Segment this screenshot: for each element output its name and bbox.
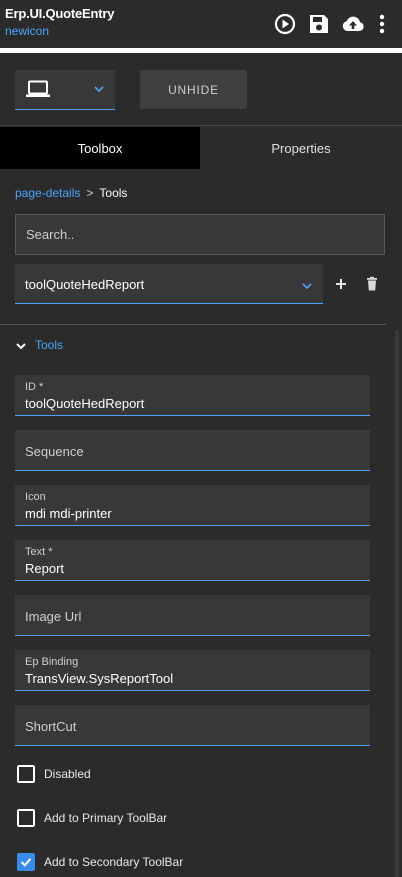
disabled-checkbox[interactable] bbox=[17, 765, 35, 783]
field-value: toolQuoteHedReport bbox=[25, 396, 145, 411]
field-value: TransView.SysReportTool bbox=[25, 671, 174, 686]
cloud-upload-icon[interactable] bbox=[341, 12, 365, 36]
checkbox-label: Disabled bbox=[44, 767, 91, 781]
search-input[interactable] bbox=[15, 214, 385, 255]
field-value: mdi mdi-printer bbox=[25, 506, 112, 521]
id-field[interactable]: ID * toolQuoteHedReport bbox=[15, 375, 370, 416]
divider bbox=[0, 324, 386, 325]
breadcrumb-link-page-details[interactable]: page-details bbox=[15, 186, 80, 200]
field-label: ShortCut bbox=[25, 719, 77, 734]
save-icon[interactable] bbox=[307, 12, 331, 36]
primary-toolbar-checkbox[interactable] bbox=[17, 809, 35, 827]
disabled-checkbox-row[interactable]: Disabled bbox=[17, 765, 91, 783]
app-header: Erp.UI.QuoteEntry newicon bbox=[0, 0, 402, 48]
field-label: Image Url bbox=[25, 609, 82, 624]
section-title-tools[interactable]: Tools bbox=[35, 338, 63, 352]
tool-select-value: toolQuoteHedReport bbox=[25, 277, 145, 292]
secondary-toolbar-checkbox-row[interactable]: Add to Secondary ToolBar bbox=[17, 853, 183, 871]
checkbox-label: Add to Secondary ToolBar bbox=[44, 855, 184, 869]
ep-binding-field[interactable]: Ep Binding TransView.SysReportTool bbox=[15, 650, 370, 691]
app-title: Erp.UI.QuoteEntry bbox=[5, 6, 115, 21]
tab-toolbox[interactable]: Toolbox bbox=[0, 127, 200, 169]
trash-icon[interactable] bbox=[364, 276, 380, 292]
breadcrumb-separator: > bbox=[86, 186, 94, 200]
unhide-button[interactable]: UNHIDE bbox=[140, 70, 247, 109]
checkbox-label: Add to Primary ToolBar bbox=[44, 811, 168, 825]
header-divider bbox=[0, 48, 402, 53]
add-icon[interactable] bbox=[333, 276, 349, 292]
field-label: Ep Binding bbox=[25, 656, 79, 668]
laptop-icon bbox=[25, 80, 51, 103]
checkmark-icon bbox=[20, 858, 32, 867]
primary-toolbar-checkbox-row[interactable]: Add to Primary ToolBar bbox=[17, 809, 167, 827]
secondary-toolbar-checkbox[interactable] bbox=[17, 853, 35, 871]
tab-properties[interactable]: Properties bbox=[200, 127, 402, 169]
chevron-down-icon bbox=[301, 279, 313, 297]
breadcrumb: page-details > Tools bbox=[15, 186, 127, 200]
chevron-down-icon bbox=[93, 82, 105, 100]
field-label: Sequence bbox=[25, 444, 84, 459]
play-circle-icon[interactable] bbox=[273, 12, 297, 36]
text-field[interactable]: Text * Report bbox=[15, 540, 370, 581]
shortcut-field[interactable]: ShortCut bbox=[15, 705, 370, 746]
field-label: Text * bbox=[25, 546, 53, 558]
device-select[interactable] bbox=[15, 70, 115, 110]
field-value: Report bbox=[25, 561, 65, 576]
field-label: Icon bbox=[25, 491, 46, 503]
breadcrumb-current: Tools bbox=[99, 186, 128, 200]
scrollbar[interactable] bbox=[395, 330, 399, 877]
icon-field[interactable]: Icon mdi mdi-printer bbox=[15, 485, 370, 526]
chevron-down-icon[interactable] bbox=[15, 339, 27, 357]
divider bbox=[0, 125, 402, 126]
field-label: ID * bbox=[25, 381, 44, 393]
sequence-field[interactable]: Sequence bbox=[15, 430, 370, 471]
more-vertical-icon[interactable] bbox=[370, 12, 394, 36]
app-subtitle-link[interactable]: newicon bbox=[5, 24, 49, 38]
image-url-field[interactable]: Image Url bbox=[15, 595, 370, 636]
tool-select[interactable]: toolQuoteHedReport bbox=[15, 264, 323, 304]
